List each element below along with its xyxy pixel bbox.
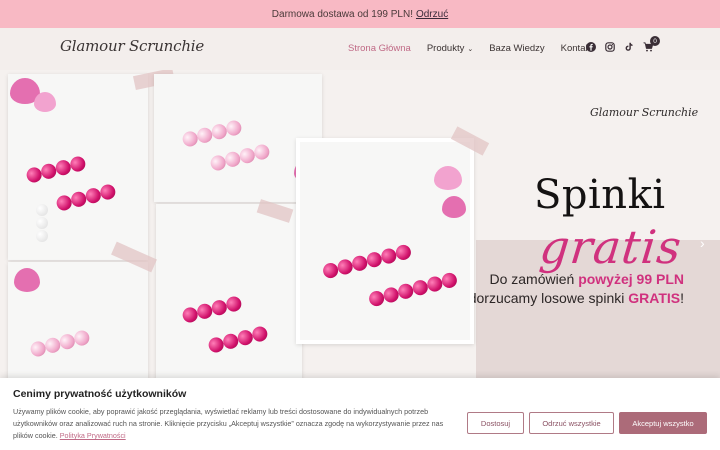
hot-pink-flower-clip	[181, 294, 243, 325]
hero-logo: Glamour Scrunchie	[590, 106, 699, 119]
promo-bar: Darmowa dostawa od 199 PLN! Odrzuć	[0, 0, 720, 28]
light-pink-gem-clip	[29, 328, 91, 359]
main-nav: Strona Główna Produkty ⌄ Baza Wiedzy Kont…	[348, 43, 593, 54]
promo-dismiss-link[interactable]: Odrzuć	[416, 9, 448, 20]
nav-item-home[interactable]: Strona Główna	[348, 43, 411, 54]
photo-heart-clips	[8, 74, 148, 260]
accept-all-cookies-button[interactable]: Akceptuj wszystko	[619, 412, 707, 434]
orchid-decoration	[34, 92, 56, 112]
nav-item-products-label: Produkty	[426, 43, 465, 54]
photo-pink-clips-middle	[156, 204, 302, 380]
light-pink-flower-clip	[181, 118, 243, 149]
customize-cookies-button[interactable]: Dostosuj	[467, 412, 524, 434]
site-header: Glamour Scrunchie Strona Główna Produkty…	[0, 28, 720, 70]
cookie-title: Cenimy prywatność użytkowników	[13, 388, 187, 400]
hot-pink-heart-clip	[25, 154, 87, 185]
cart-count-badge: 0	[650, 36, 660, 46]
cookie-description: Używamy plików cookie, aby poprawić jako…	[13, 407, 444, 440]
hero-offer-text: Do zamówień powyżej 99 PLN dorzucamy los…	[469, 270, 684, 308]
offer-line-1: Do zamówień powyżej 99 PLN	[489, 271, 684, 287]
nav-item-knowledge-base[interactable]: Baza Wiedzy	[489, 43, 544, 54]
photo-hot-pink-clips	[296, 138, 474, 344]
site-logo[interactable]: Glamour Scrunchie	[60, 37, 204, 55]
reject-all-cookies-button[interactable]: Odrzuć wszystkie	[529, 412, 614, 434]
orchid-decoration	[434, 166, 462, 190]
nav-item-products[interactable]: Produkty ⌄	[427, 43, 473, 54]
hot-pink-flower-clip	[207, 324, 269, 355]
hero-script-text: gratis	[537, 220, 685, 274]
facebook-icon[interactable]	[586, 42, 596, 52]
cart-icon[interactable]: 0	[643, 36, 660, 52]
hot-pink-heart-clip	[55, 182, 117, 213]
instagram-icon[interactable]	[605, 42, 615, 52]
photo-light-pink-gems	[8, 262, 148, 380]
header-icons: 0	[586, 36, 660, 52]
orchid-decoration	[14, 268, 40, 292]
cookie-consent-banner: Cenimy prywatność użytkowników Używamy p…	[0, 378, 720, 450]
tiktok-icon[interactable]	[624, 42, 634, 52]
offer-line-2: dorzucamy losowe spinki GRATIS!	[468, 290, 684, 306]
hot-pink-flower-clip	[367, 271, 459, 308]
promo-text: Darmowa dostawa od 199 PLN!	[271, 8, 413, 20]
pearl-decoration	[36, 204, 48, 242]
hot-pink-flower-clip	[321, 243, 413, 280]
privacy-policy-link[interactable]: Polityka Prywatności	[60, 431, 126, 440]
orchid-decoration	[442, 196, 466, 218]
chevron-right-icon[interactable]: ›	[700, 235, 705, 251]
light-pink-flower-clip	[209, 142, 271, 173]
hero-headline: Spinki	[534, 172, 666, 218]
hero-banner[interactable]: Glamour Scrunchie Spinki gratis ›	[0, 70, 720, 380]
chevron-down-icon: ⌄	[467, 46, 474, 53]
